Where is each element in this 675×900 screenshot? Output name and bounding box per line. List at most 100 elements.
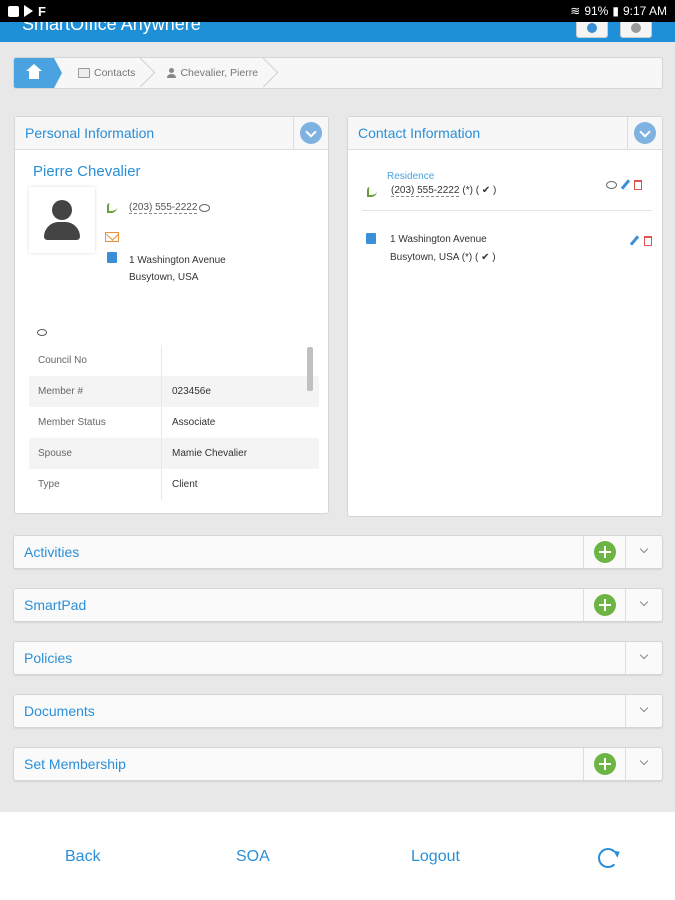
phone-icon — [107, 203, 117, 213]
section-smartpad[interactable]: SmartPad — [13, 588, 663, 622]
comment-icon[interactable] — [606, 180, 617, 189]
header-menu-button[interactable] — [576, 22, 608, 38]
phone-type-label: Residence — [387, 171, 435, 182]
contact-information-toggle[interactable] — [627, 117, 662, 149]
comment-icon[interactable] — [199, 204, 211, 212]
logout-button[interactable]: Logout — [411, 848, 460, 866]
contact-address-entry: 1 Washington Avenue Busytown, USA (*) ( … — [362, 229, 652, 269]
contact-phone-number[interactable]: (203) 555-2222 — [391, 185, 460, 197]
field-label: Member Status — [29, 407, 162, 438]
edit-icon[interactable] — [629, 235, 640, 246]
breadcrumb-home[interactable] — [14, 58, 62, 88]
contact-full-name: Pierre Chevalier — [33, 163, 141, 180]
table-row: Spouse Mamie Chevalier — [29, 438, 319, 469]
chevron-down-icon[interactable] — [625, 536, 662, 568]
app-title: SmartOffice Anywhere — [22, 22, 201, 34]
chevron-down-icon[interactable] — [625, 589, 662, 621]
fields-scrollbar[interactable] — [307, 347, 313, 391]
chevron-down-icon — [634, 122, 656, 144]
section-title: Activities — [24, 544, 80, 560]
soa-button[interactable]: SOA — [236, 848, 270, 866]
field-value: Mamie Chevalier — [172, 448, 248, 459]
contact-address-lines: 1 Washington Avenue Busytown, USA (*) ( … — [390, 231, 496, 267]
avatar-icon — [44, 200, 80, 240]
personal-address-line2: Busytown, USA — [129, 272, 199, 283]
avatar — [29, 187, 95, 253]
personal-information-toggle[interactable] — [293, 117, 328, 149]
bottom-navigation: Back SOA Logout — [0, 812, 675, 900]
personal-information-title: Personal Information — [25, 125, 155, 141]
add-membership-button[interactable] — [583, 748, 625, 780]
personal-address: 1 Washington Avenue Busytown, USA — [107, 252, 226, 286]
field-label: Member # — [29, 376, 162, 407]
phone-actions — [606, 179, 642, 190]
add-icon — [593, 594, 616, 616]
custom-fields-table: Council No Member # 023456e Member Statu… — [29, 345, 319, 500]
delete-icon[interactable] — [634, 179, 642, 190]
personal-address-lines: 1 Washington Avenue Busytown, USA — [129, 252, 226, 286]
table-row: Member # 023456e — [29, 376, 319, 407]
battery-icon: ▮ — [612, 4, 619, 18]
contact-information-panel: Contact Information Residence (203) 555-… — [347, 116, 663, 517]
system-status-bar: F ≋ 91% ▮ 9:17 AM — [0, 0, 675, 22]
status-notifications: F — [8, 4, 46, 19]
battery-level: 91% — [584, 4, 609, 18]
personal-phone: (203) 555-2222 — [107, 202, 211, 214]
contact-address-city: Busytown, USA — [390, 252, 459, 263]
table-row: Council No — [29, 345, 319, 376]
personal-phone-number[interactable]: (203) 555-2222 — [129, 202, 198, 214]
notification-icon — [8, 5, 19, 17]
wifi-icon: ≋ — [570, 4, 581, 18]
mail-icon — [105, 232, 119, 242]
field-value: Associate — [172, 417, 216, 428]
section-policies[interactable]: Policies — [13, 641, 663, 675]
contact-information-header: Contact Information — [348, 117, 662, 150]
address-book-icon — [366, 233, 376, 244]
breadcrumb-contacts[interactable]: Contacts — [54, 58, 153, 88]
section-title: Documents — [24, 703, 95, 719]
add-icon — [593, 753, 616, 775]
contact-phone-flags: (*) ( ✔ ) — [462, 185, 497, 196]
clock: 9:17 AM — [622, 4, 667, 18]
add-activity-button[interactable] — [583, 536, 625, 568]
section-documents[interactable]: Documents — [13, 694, 663, 728]
app-screen: F ≋ 91% ▮ 9:17 AM SmartOffice Anywhere C… — [0, 0, 675, 900]
menu-icon — [587, 22, 597, 33]
contact-phone: (203) 555-2222 (*) ( ✔ ) — [391, 185, 496, 197]
chevron-down-icon[interactable] — [625, 642, 662, 674]
user-menu-icon — [631, 22, 641, 33]
contact-information-title: Contact Information — [358, 125, 481, 141]
section-title: SmartPad — [24, 597, 87, 613]
contact-address-line1: 1 Washington Avenue — [390, 234, 487, 245]
contacts-card-icon — [78, 68, 90, 78]
personal-address-line1: 1 Washington Avenue — [129, 255, 226, 266]
back-button[interactable]: Back — [65, 848, 101, 866]
delete-icon[interactable] — [644, 235, 652, 246]
field-label: Spouse — [29, 438, 162, 469]
field-value: 023456e — [172, 386, 211, 397]
chevron-down-icon[interactable] — [625, 695, 662, 727]
refresh-icon[interactable] — [598, 848, 618, 868]
add-icon — [593, 541, 616, 563]
contact-phone-entry: Residence (203) 555-2222 (*) ( ✔ ) — [362, 169, 652, 211]
edit-icon[interactable] — [620, 179, 631, 190]
phone-icon — [367, 187, 377, 197]
flipboard-icon: F — [38, 3, 46, 19]
section-title: Policies — [24, 650, 73, 666]
field-label: Council No — [29, 345, 162, 376]
header-user-button[interactable] — [620, 22, 652, 38]
notes-button[interactable] — [37, 323, 47, 341]
personal-email[interactable] — [105, 229, 119, 247]
personal-information-header: Personal Information — [15, 117, 328, 150]
address-book-icon — [107, 252, 117, 263]
notes-icon — [37, 329, 47, 336]
table-row: Type Client — [29, 469, 319, 500]
chevron-down-icon[interactable] — [625, 748, 662, 780]
table-row: Member Status Associate — [29, 407, 319, 438]
section-activities[interactable]: Activities — [13, 535, 663, 569]
contact-address-flags: (*) ( ✔ ) — [461, 252, 496, 263]
breadcrumb-contact-name[interactable]: Chevalier, Pierre — [153, 58, 276, 88]
add-smartpad-button[interactable] — [583, 589, 625, 621]
user-icon — [167, 68, 177, 78]
section-set-membership[interactable]: Set Membership — [13, 747, 663, 781]
